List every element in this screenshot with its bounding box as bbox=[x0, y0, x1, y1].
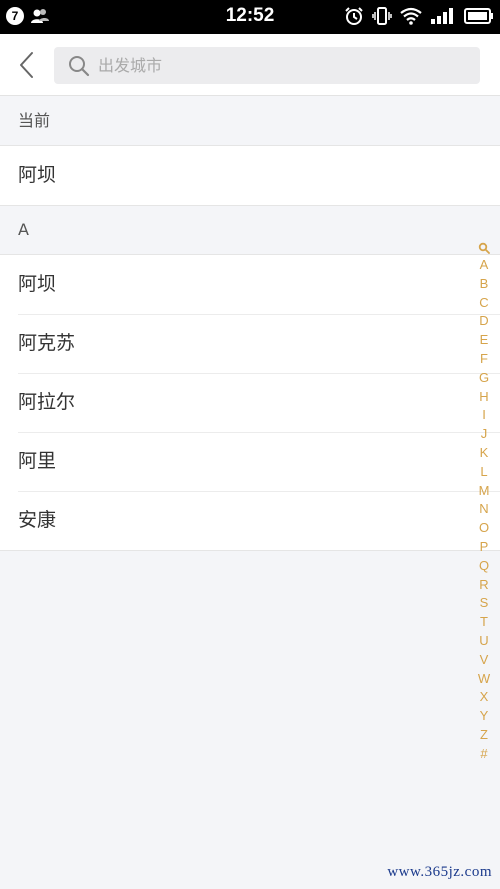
index-letter[interactable]: S bbox=[480, 594, 489, 613]
signal-icon bbox=[431, 8, 453, 24]
search-input[interactable] bbox=[98, 47, 468, 84]
search-box[interactable] bbox=[54, 47, 480, 84]
section-header-a: A bbox=[18, 220, 29, 239]
vibrate-icon bbox=[372, 7, 392, 25]
index-letter[interactable]: O bbox=[479, 519, 489, 538]
search-icon bbox=[478, 242, 490, 254]
index-letter[interactable]: Y bbox=[480, 707, 489, 726]
index-letter[interactable]: P bbox=[480, 538, 489, 557]
city-item[interactable]: 阿里 bbox=[0, 432, 500, 491]
index-letter[interactable]: E bbox=[480, 331, 489, 350]
search-header bbox=[0, 34, 500, 96]
index-letter[interactable]: H bbox=[479, 388, 488, 407]
city-item-current[interactable]: 阿坝 bbox=[0, 146, 500, 205]
chevron-left-icon bbox=[20, 52, 33, 78]
index-letter[interactable]: K bbox=[480, 444, 489, 463]
section-header-current: 当前 bbox=[18, 111, 51, 130]
status-bar: 7 12:52 bbox=[0, 0, 500, 34]
watermark: www.365jz.com bbox=[387, 864, 492, 880]
alphabet-index-bar[interactable]: A B C D E F G H I J K L M N O P Q R S T … bbox=[474, 240, 494, 764]
index-letter[interactable]: W bbox=[478, 670, 490, 689]
city-item[interactable]: 阿坝 bbox=[0, 255, 500, 314]
city-item[interactable]: 阿克苏 bbox=[0, 314, 500, 373]
battery-icon bbox=[464, 8, 493, 24]
current-city-group: 阿坝 bbox=[0, 145, 500, 206]
back-button[interactable] bbox=[14, 50, 42, 80]
alarm-icon bbox=[345, 7, 363, 25]
index-letter[interactable]: # bbox=[480, 745, 487, 764]
index-letter[interactable]: B bbox=[480, 275, 489, 294]
wifi-icon bbox=[400, 7, 422, 25]
index-letter[interactable]: R bbox=[479, 576, 488, 595]
index-letter[interactable]: G bbox=[479, 369, 489, 388]
index-letter[interactable]: D bbox=[479, 312, 488, 331]
city-item[interactable]: 安康 bbox=[0, 491, 500, 550]
index-letter[interactable]: I bbox=[482, 406, 486, 425]
index-search-icon[interactable] bbox=[478, 240, 490, 256]
index-letter[interactable]: T bbox=[480, 613, 488, 632]
index-letter[interactable]: L bbox=[480, 463, 487, 482]
index-letter[interactable]: Q bbox=[479, 557, 489, 576]
index-letter[interactable]: Z bbox=[480, 726, 488, 745]
index-letter[interactable]: J bbox=[481, 425, 488, 444]
city-item[interactable]: 阿拉尔 bbox=[0, 373, 500, 432]
index-letter[interactable]: F bbox=[480, 350, 488, 369]
city-group-a: 阿坝 阿克苏 阿拉尔 阿里 安康 bbox=[0, 254, 500, 551]
index-letter[interactable]: V bbox=[480, 651, 489, 670]
index-letter[interactable]: A bbox=[480, 256, 489, 275]
index-letter[interactable]: C bbox=[479, 294, 488, 313]
search-icon bbox=[69, 56, 90, 77]
index-letter[interactable]: X bbox=[480, 688, 489, 707]
index-letter[interactable]: U bbox=[479, 632, 488, 651]
status-right-icons bbox=[344, 6, 494, 26]
index-letter[interactable]: M bbox=[479, 482, 490, 501]
index-letter[interactable]: N bbox=[479, 500, 488, 519]
